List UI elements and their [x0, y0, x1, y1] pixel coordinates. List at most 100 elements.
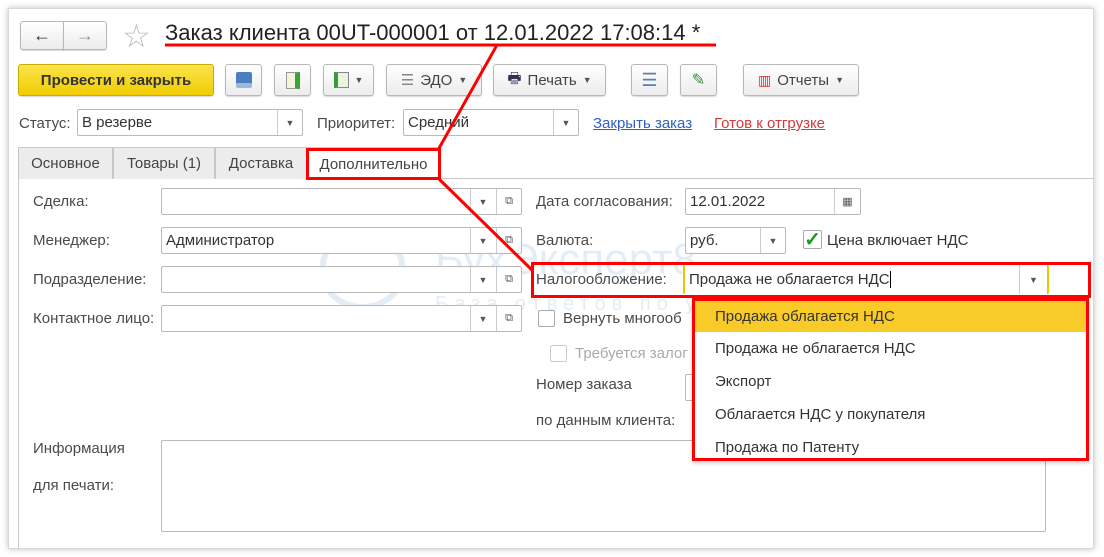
calendar-icon[interactable]: ▦ [834, 189, 860, 214]
agreement-date-label: Дата согласования: [536, 193, 673, 210]
back-button[interactable]: ← [20, 21, 64, 50]
arrow-left-icon: ← [33, 25, 51, 45]
edo-button[interactable]: ☰ ЭДО ▼ [386, 64, 482, 96]
post-and-close-label: Провести и закрыть [40, 71, 192, 89]
chevron-down-icon[interactable]: ▼ [470, 228, 495, 253]
priority-select[interactable]: Средний ▼ [403, 109, 579, 136]
option-label: Продажа не облагается НДС [715, 340, 916, 357]
chevron-down-icon[interactable]: ▼ [470, 306, 495, 331]
edo-label: ЭДО [420, 71, 453, 89]
forward-button[interactable]: → [63, 21, 107, 50]
taxation-value: Продажа не облагается НДС [689, 271, 890, 288]
list-stack-icon: ☰ [641, 69, 658, 90]
agreement-date-field[interactable]: 12.01.2022 ▦ [685, 188, 861, 215]
structure-button[interactable]: ☰ [631, 64, 668, 96]
deal-label: Сделка: [33, 193, 89, 210]
currency-value: руб. [690, 232, 719, 249]
status-select[interactable]: В резерве ▼ [77, 109, 303, 136]
status-label: Статус: [19, 115, 71, 132]
chevron-down-icon[interactable]: ▼ [553, 110, 578, 135]
reports-label: Отчеты [777, 71, 830, 89]
tab-delivery[interactable]: Доставка [215, 147, 307, 179]
tab-label: Дополнительно [319, 155, 428, 173]
priority-label: Приоритет: [317, 115, 396, 132]
return-packaging-label: Вернуть многооб [563, 310, 682, 327]
contact-field[interactable]: ▼ ⧉ [161, 305, 522, 332]
tab-additional[interactable]: Дополнительно [307, 147, 440, 180]
department-label: Подразделение: [33, 271, 147, 288]
taxation-option[interactable]: Продажа не облагается НДС [695, 332, 1086, 365]
return-packaging-checkbox[interactable] [538, 310, 555, 327]
manager-field[interactable]: Администратор ▼ ⧉ [161, 227, 522, 254]
currency-select[interactable]: руб. ▼ [685, 227, 786, 254]
chevron-down-icon: ▼ [582, 75, 592, 85]
tab-label: Товары (1) [126, 155, 202, 172]
option-label: Продажа по Патенту [715, 439, 860, 456]
modified-mark: * [691, 20, 701, 45]
open-icon[interactable]: ⧉ [496, 306, 521, 331]
pencil-clock-icon: ✎ [691, 72, 706, 89]
tab-label: Доставка [228, 155, 294, 172]
checkmark-icon: ✓ [804, 229, 821, 251]
currency-label: Валюта: [536, 232, 594, 249]
requires-deposit-label: Требуется залог [575, 345, 688, 362]
chevron-down-icon[interactable]: ▼ [760, 228, 785, 253]
taxation-option[interactable]: Продажа облагается НДС [695, 301, 1086, 332]
taxation-option[interactable]: Облагается НДС у покупателя [695, 398, 1086, 431]
open-icon[interactable]: ⧉ [496, 267, 521, 292]
taxation-option[interactable]: Экспорт [695, 365, 1086, 398]
price-includes-vat-checkbox[interactable]: ✓ [803, 229, 822, 251]
edo-icon: ☰ [400, 72, 415, 89]
chevron-down-icon[interactable]: ▼ [1019, 265, 1047, 294]
reports-button[interactable]: ▥ Отчеты ▼ [743, 64, 859, 96]
close-order-link[interactable]: Закрыть заказ [593, 115, 692, 132]
chevron-down-icon: ▼ [835, 75, 844, 85]
agreement-date-value: 12.01.2022 [690, 193, 766, 210]
report-chart-icon: ▥ [757, 71, 772, 88]
tab-goods[interactable]: Товары (1) [113, 147, 215, 179]
taxation-option[interactable]: Продажа по Патенту [695, 431, 1086, 464]
post-document-icon [285, 71, 300, 89]
option-label: Продажа облагается НДС [715, 308, 895, 325]
printer-icon: 🖶 [507, 69, 522, 87]
open-icon[interactable]: ⧉ [496, 189, 521, 214]
order-number-label: Номер заказа [536, 376, 632, 393]
save-button[interactable] [225, 64, 262, 96]
edit-history-button[interactable]: ✎ [680, 64, 717, 96]
order-number-label-2: по данным клиента: [536, 412, 676, 429]
requires-deposit-checkbox [550, 345, 567, 362]
tab-main[interactable]: Основное [18, 147, 113, 179]
chevron-down-icon[interactable]: ▼ [470, 189, 495, 214]
chevron-down-icon: ▼ [354, 75, 364, 85]
arrow-right-icon: → [76, 25, 94, 45]
post-button[interactable] [274, 64, 311, 96]
tab-label: Основное [31, 155, 100, 172]
taxation-label: Налогообложение: [536, 271, 667, 288]
option-label: Облагается НДС у покупателя [715, 406, 926, 423]
taxation-select[interactable]: Продажа не облагается НДС ▼ [683, 265, 1049, 294]
chevron-down-icon: ▼ [458, 75, 468, 85]
department-field[interactable]: ▼ ⧉ [161, 266, 522, 293]
price-includes-vat-label: Цена включает НДС [827, 232, 969, 249]
floppy-disk-icon [235, 72, 252, 88]
chevron-down-icon[interactable]: ▼ [470, 267, 495, 292]
favorite-star-icon[interactable]: ☆ [122, 17, 151, 55]
priority-value: Средний [408, 114, 469, 131]
post-and-close-button[interactable]: Провести и закрыть [18, 64, 214, 96]
print-info-label: Информация [33, 440, 125, 457]
chevron-down-icon[interactable]: ▼ [277, 110, 302, 135]
manager-label: Менеджер: [33, 232, 110, 249]
deal-field[interactable]: ▼ ⧉ [161, 188, 522, 215]
option-label: Экспорт [715, 373, 772, 390]
taxation-dropdown-list: Продажа облагается НДС Продажа не облага… [692, 298, 1089, 461]
open-icon[interactable]: ⧉ [496, 228, 521, 253]
print-button[interactable]: 🖶 Печать ▼ [493, 64, 606, 96]
print-info-label-2: для печати: [33, 477, 115, 494]
page-title: Заказ клиента 00UT-000001 от 12.01.2022 … [165, 20, 701, 45]
print-label: Печать [527, 71, 577, 89]
documents-arrow-icon [333, 72, 349, 88]
text-cursor [889, 271, 891, 288]
ready-to-ship-link[interactable]: Готов к отгрузке [714, 115, 825, 132]
contact-label: Контактное лицо: [33, 310, 155, 327]
create-based-on-button[interactable]: ▼ [323, 64, 374, 96]
